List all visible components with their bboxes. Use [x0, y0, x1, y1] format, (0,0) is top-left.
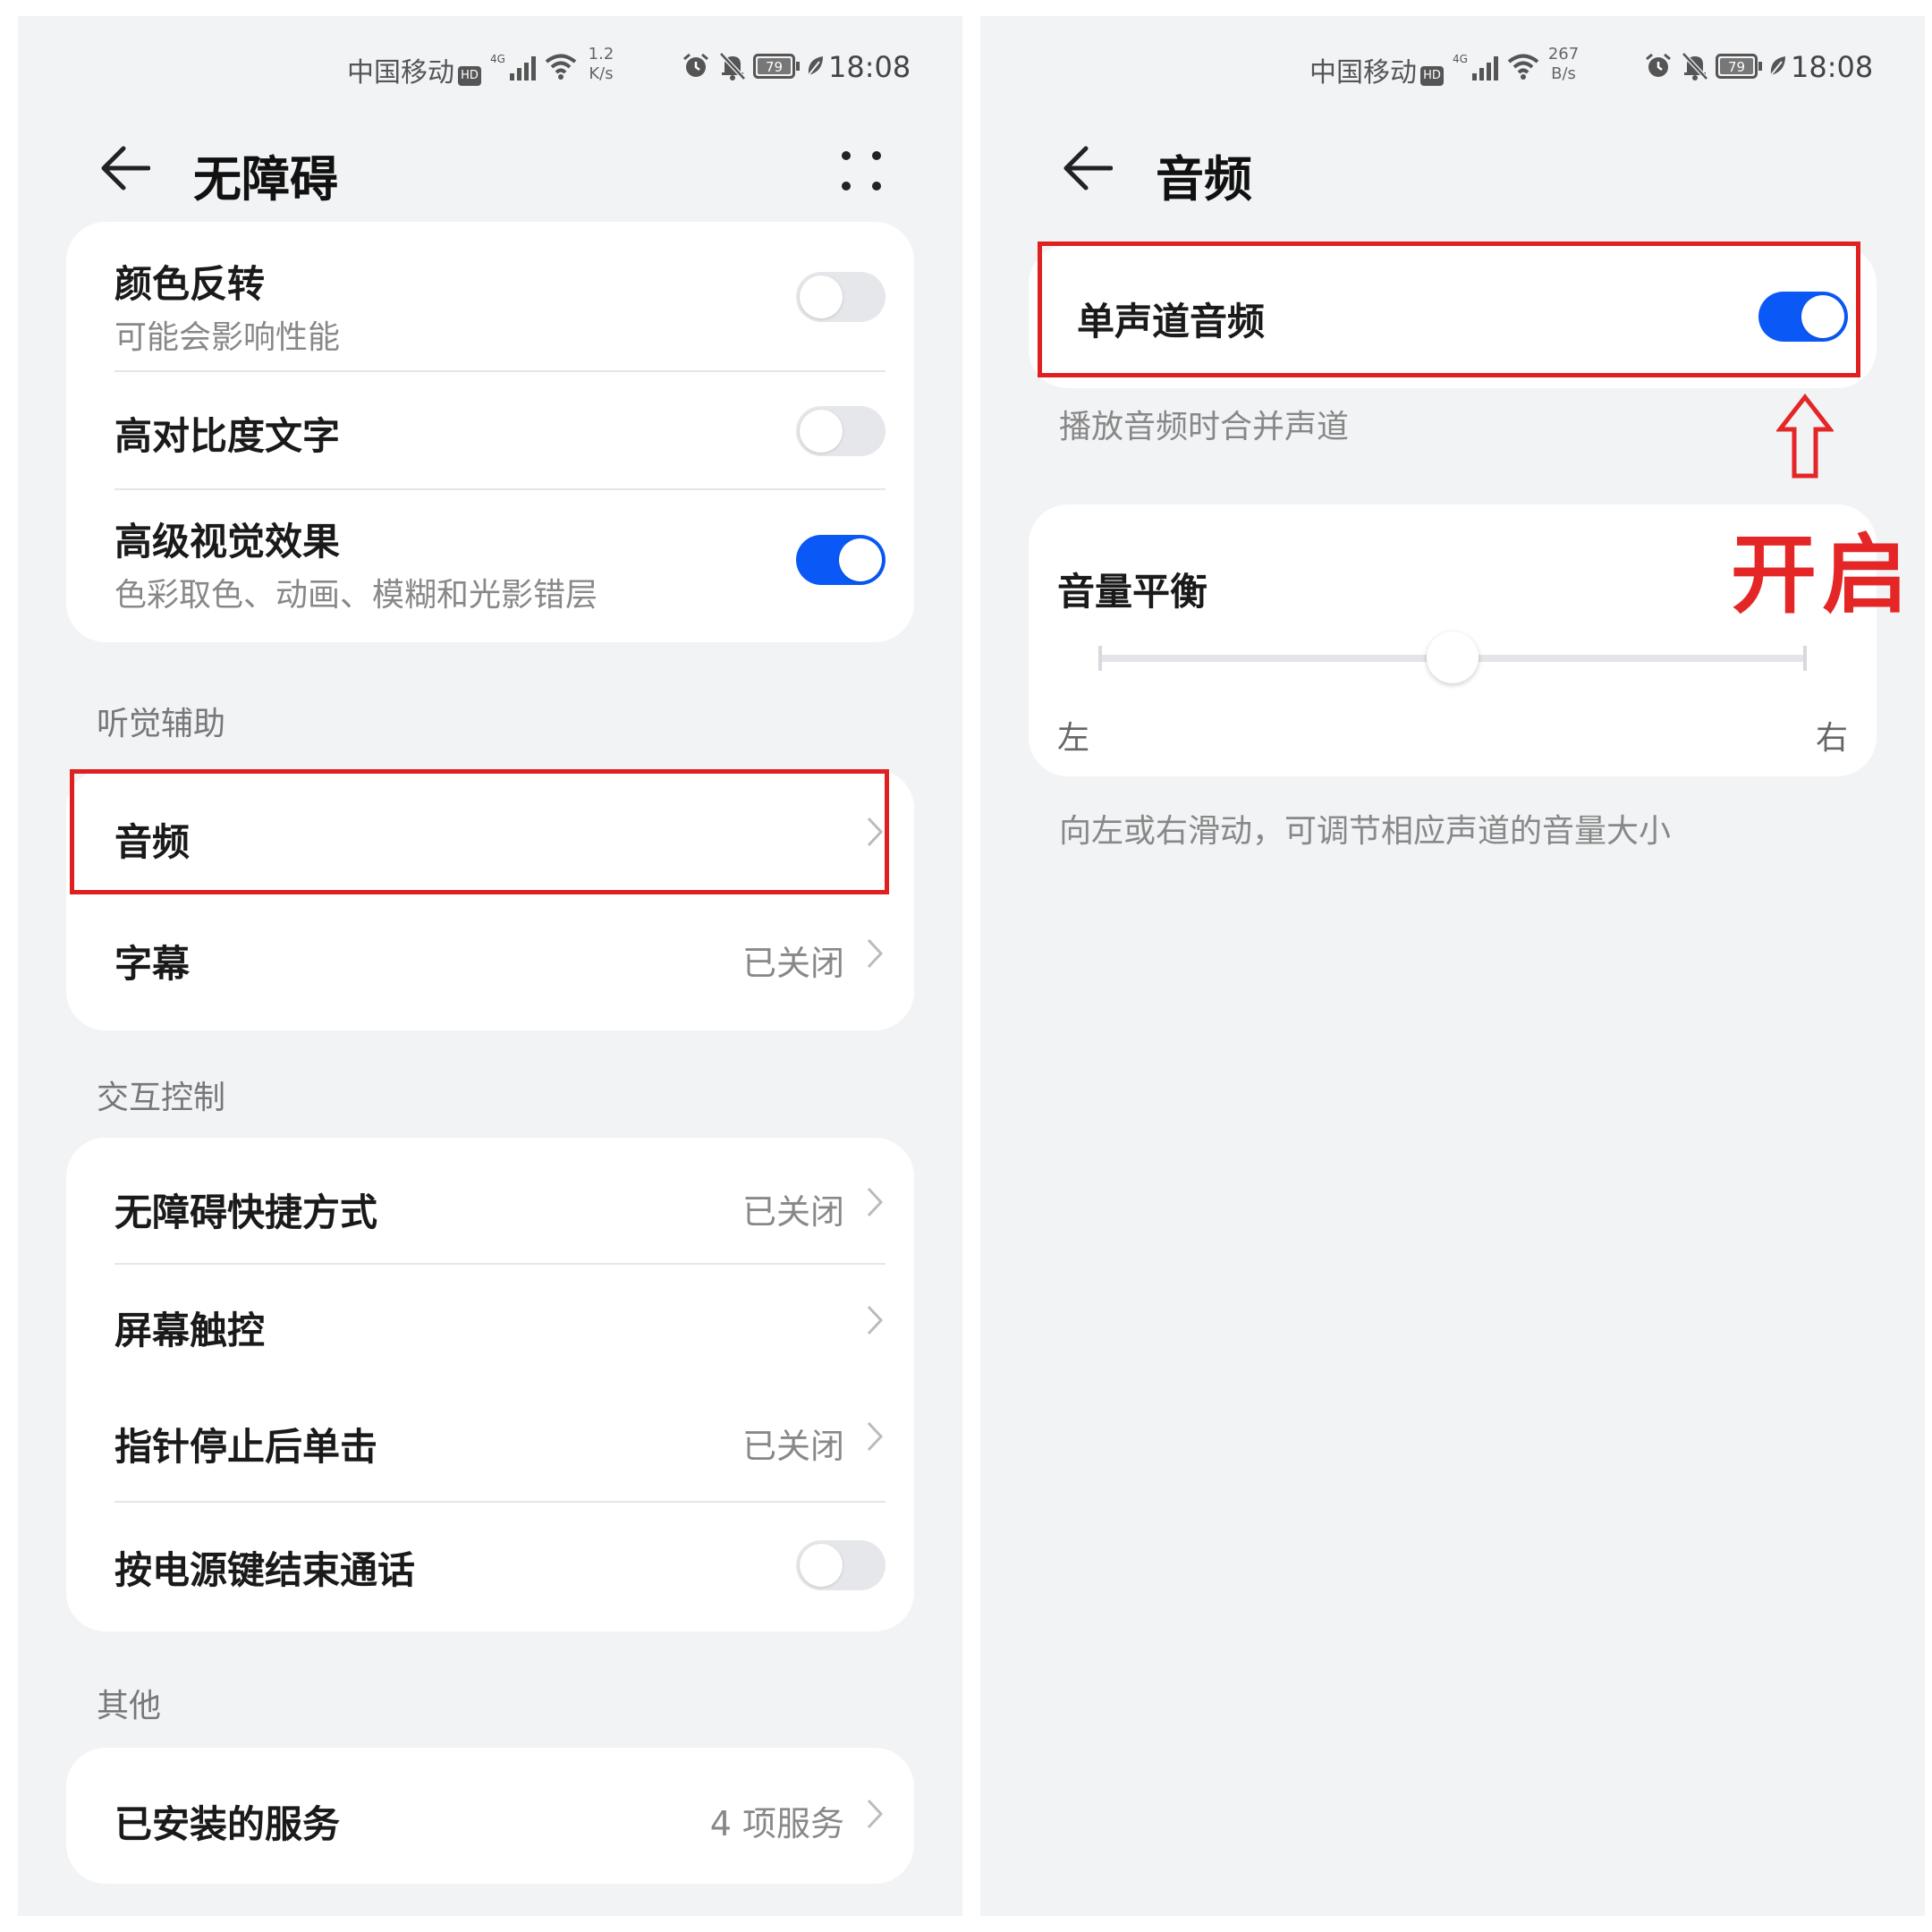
power-key-end-call-toggle[interactable]	[796, 1540, 886, 1590]
hd-badge: HD	[1420, 66, 1444, 86]
toggle-knob	[800, 410, 843, 453]
chevron-right-icon	[867, 1305, 884, 1335]
setting-label: 指针停止后单击	[114, 1425, 378, 1469]
accessibility-screen: 中国移动 HD 4G 1.2 K/s 79 18:08 无障碍 颜色反转 可能会影响…	[18, 16, 962, 1916]
setting-label: 无障碍快捷方式	[114, 1191, 378, 1234]
interaction-card: 无障碍快捷方式 已关闭 屏幕触控 指针停止后单击 已关闭 按电源键结束通话	[66, 1138, 914, 1631]
audio-highlight-box	[70, 769, 889, 894]
volume-balance-slider[interactable]	[1098, 631, 1807, 683]
annotation-up-arrow-icon	[1776, 394, 1834, 479]
setting-description: 色彩取色、动画、模糊和光影错层	[114, 577, 598, 614]
setting-description: 可能会影响性能	[114, 319, 341, 356]
battery-level: 79	[1728, 59, 1745, 75]
mono-audio-highlight-box	[1038, 242, 1860, 377]
color-inversion-toggle[interactable]	[796, 272, 886, 322]
chevron-right-icon	[867, 1799, 884, 1829]
display-settings-card: 颜色反转 可能会影响性能 高对比度文字 高级视觉效果 色彩取色、动画、模糊和光影…	[66, 222, 914, 642]
network-type: 4G	[490, 53, 505, 65]
balance-right-label: 右	[1815, 720, 1848, 757]
network-speed: 1.2 K/s	[588, 45, 614, 83]
chevron-right-icon	[867, 1421, 884, 1452]
dwell-click-row[interactable]: 指针停止后单击 已关闭	[66, 1381, 914, 1506]
page-title: 音频	[1156, 151, 1252, 208]
power-saving-leaf-icon	[1770, 56, 1785, 76]
status-bar: 中国移动 HD 4G 267 B/s 79 18:08	[980, 41, 1925, 91]
carrier-name: 中国移动	[1309, 57, 1417, 89]
back-arrow-icon[interactable]	[98, 143, 150, 193]
carrier-name: 中国移动	[347, 57, 454, 89]
balance-left-label: 左	[1057, 720, 1090, 757]
volume-balance-label: 音量平衡	[1057, 570, 1208, 614]
setting-value: 已关闭	[741, 1427, 844, 1466]
setting-label: 已安装的服务	[114, 1802, 341, 1846]
section-header-interaction: 交互控制	[97, 1080, 226, 1116]
power-key-end-call-row[interactable]: 按电源键结束通话	[66, 1503, 914, 1631]
top-app-bar: 无障碍	[18, 123, 962, 213]
section-header-hearing: 听觉辅助	[97, 706, 226, 742]
alarm-icon	[683, 53, 708, 77]
volume-balance-description: 向左或右滑动，可调节相应声道的音量大小	[1059, 813, 1672, 850]
toggle-knob	[800, 275, 843, 318]
battery-level: 79	[766, 59, 783, 75]
toggle-knob	[800, 1544, 843, 1587]
clock: 18:08	[828, 50, 911, 84]
subtitles-row[interactable]: 字幕 已关闭	[66, 894, 914, 1029]
wifi-icon	[1507, 54, 1539, 80]
battery-icon: 79	[753, 54, 800, 79]
setting-value: 已关闭	[741, 944, 844, 983]
page-title: 无障碍	[193, 151, 338, 208]
mono-audio-description: 播放音频时合并声道	[1059, 409, 1350, 445]
high-contrast-text-toggle[interactable]	[796, 406, 886, 456]
back-arrow-icon[interactable]	[1061, 143, 1113, 193]
chevron-right-icon	[867, 938, 884, 969]
hd-badge: HD	[458, 66, 481, 86]
network-speed: 267 B/s	[1547, 45, 1580, 83]
status-bar: 中国移动 HD 4G 1.2 K/s 79 18:08	[18, 41, 962, 91]
mute-bell-icon	[1682, 52, 1708, 80]
cellular-signal-icon: 4G	[490, 53, 536, 80]
setting-value: 4 项服务	[709, 1804, 844, 1843]
annotation-enable-label: 开启	[1731, 525, 1913, 625]
more-options-icon[interactable]	[841, 148, 882, 193]
accessibility-shortcut-row[interactable]: 无障碍快捷方式 已关闭	[66, 1138, 914, 1263]
setting-label: 颜色反转	[114, 262, 266, 306]
slider-thumb[interactable]	[1427, 631, 1479, 683]
screen-touch-row[interactable]: 屏幕触控	[66, 1265, 914, 1381]
high-contrast-text-row[interactable]: 高对比度文字	[66, 372, 914, 488]
other-card: 已安装的服务 4 项服务	[66, 1748, 914, 1884]
advanced-visual-effects-row[interactable]: 高级视觉效果 色彩取色、动画、模糊和光影错层	[66, 490, 914, 642]
setting-label: 屏幕触控	[114, 1309, 266, 1352]
chevron-right-icon	[867, 1187, 884, 1217]
power-saving-leaf-icon	[808, 56, 823, 76]
slider-end-tick	[1803, 646, 1807, 671]
clock: 18:08	[1791, 50, 1874, 84]
audio-settings-screen: 中国移动 HD 4G 267 B/s 79 18:08 音频 单声道音频 播放音频时…	[980, 16, 1925, 1916]
wifi-icon	[545, 54, 577, 80]
color-inversion-row[interactable]: 颜色反转 可能会影响性能	[66, 222, 914, 370]
network-type: 4G	[1453, 53, 1468, 65]
battery-icon: 79	[1716, 54, 1762, 79]
setting-value: 已关闭	[741, 1192, 844, 1232]
setting-label: 按电源键结束通话	[114, 1548, 416, 1592]
section-header-other: 其他	[97, 1688, 162, 1724]
setting-label: 高对比度文字	[114, 414, 341, 458]
advanced-visual-effects-toggle[interactable]	[796, 535, 886, 585]
mute-bell-icon	[719, 52, 746, 80]
installed-services-row[interactable]: 已安装的服务 4 项服务	[66, 1748, 914, 1884]
setting-label: 字幕	[114, 942, 191, 986]
top-app-bar: 音频	[980, 123, 1925, 213]
cellular-signal-icon: 4G	[1453, 53, 1498, 80]
setting-label: 高级视觉效果	[114, 520, 341, 564]
slider-end-tick	[1098, 646, 1102, 671]
alarm-icon	[1646, 53, 1671, 77]
toggle-knob	[839, 538, 882, 581]
